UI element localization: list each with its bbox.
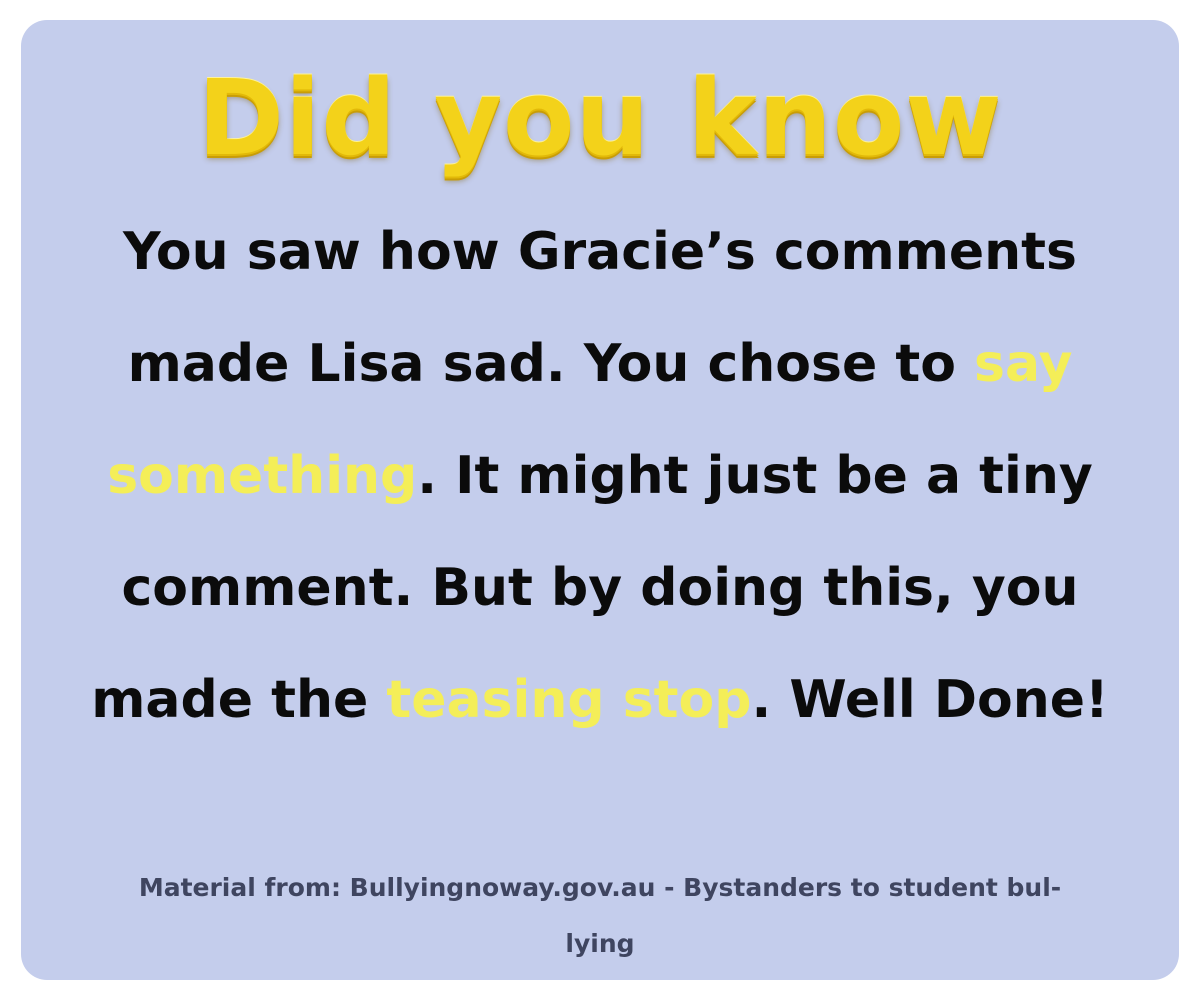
highlight-teasing-stop: teasing stop	[386, 670, 752, 730]
info-card: Did you know You saw how Gracie’s commen…	[21, 20, 1179, 980]
source-citation: Material from: Bullyingnoway.gov.au - By…	[138, 873, 1062, 958]
message-text-part-3: . Well Done!	[751, 670, 1109, 730]
message-text-part-1: You saw how Gracie’s comments made Lisa …	[123, 222, 1077, 394]
message-paragraph: You saw how Gracie’s comments made Lisa …	[91, 196, 1109, 756]
did-you-know-title: Did you know	[197, 57, 1003, 179]
